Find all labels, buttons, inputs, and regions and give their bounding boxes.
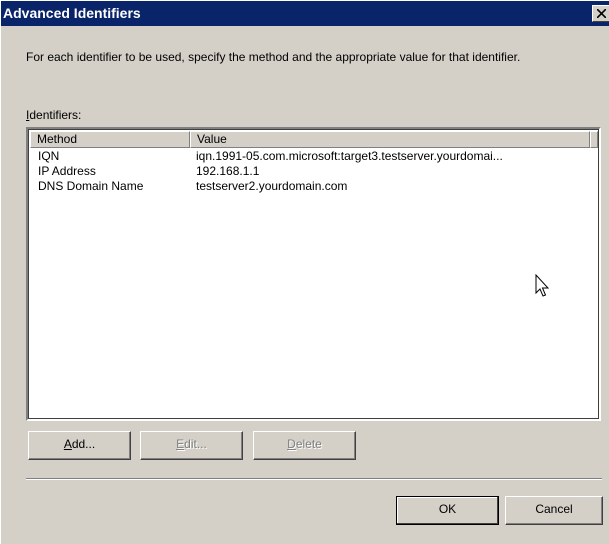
add-button-rest: dd... xyxy=(71,437,96,451)
list-header: Method Value xyxy=(30,131,598,148)
mouse-pointer-icon xyxy=(535,274,549,297)
list-rows: IQN iqn.1991-05.com.microsoft:target3.te… xyxy=(30,149,598,194)
delete-button-rest: elete xyxy=(295,437,322,451)
close-button[interactable] xyxy=(592,5,609,22)
title-bar[interactable]: Advanced Identifiers xyxy=(1,1,609,26)
identifiers-list[interactable]: Method Value IQN iqn.1991-05.com.microso… xyxy=(26,127,601,421)
row-value: 192.168.1.1 xyxy=(196,164,260,178)
row-method: IQN xyxy=(38,149,60,163)
add-button[interactable]: Add... xyxy=(28,431,131,460)
delete-button-accel: D xyxy=(287,437,296,451)
column-header-filler xyxy=(590,131,598,148)
list-item[interactable]: IP Address 192.168.1.1 xyxy=(30,164,598,179)
cancel-button[interactable]: Cancel xyxy=(505,496,603,525)
row-value: iqn.1991-05.com.microsoft:target3.testse… xyxy=(196,149,503,163)
column-header-value[interactable]: Value xyxy=(190,131,590,148)
delete-button[interactable]: Delete xyxy=(253,431,356,460)
description-text: For each identifier to be used, specify … xyxy=(26,50,521,64)
row-method: DNS Domain Name xyxy=(38,179,144,193)
edit-button-rest: dit... xyxy=(184,437,207,451)
column-header-method[interactable]: Method xyxy=(30,131,190,148)
edit-button[interactable]: Edit... xyxy=(140,431,243,460)
row-method: IP Address xyxy=(38,164,96,178)
edit-button-accel: E xyxy=(176,437,185,451)
add-button-accel: A xyxy=(63,437,72,451)
list-item[interactable]: IQN iqn.1991-05.com.microsoft:target3.te… xyxy=(30,149,598,164)
identifiers-label-rest: dentifiers: xyxy=(29,108,82,122)
advanced-identifiers-dialog: Advanced Identifiers For each identifier… xyxy=(0,0,609,544)
separator xyxy=(26,478,602,480)
identifiers-label: Identifiers: xyxy=(26,108,81,122)
row-value: testserver2.yourdomain.com xyxy=(196,179,348,193)
close-icon xyxy=(597,9,606,18)
ok-button[interactable]: OK xyxy=(396,496,499,525)
list-item[interactable]: DNS Domain Name testserver2.yourdomain.c… xyxy=(30,179,598,194)
dialog-title: Advanced Identifiers xyxy=(3,5,141,21)
